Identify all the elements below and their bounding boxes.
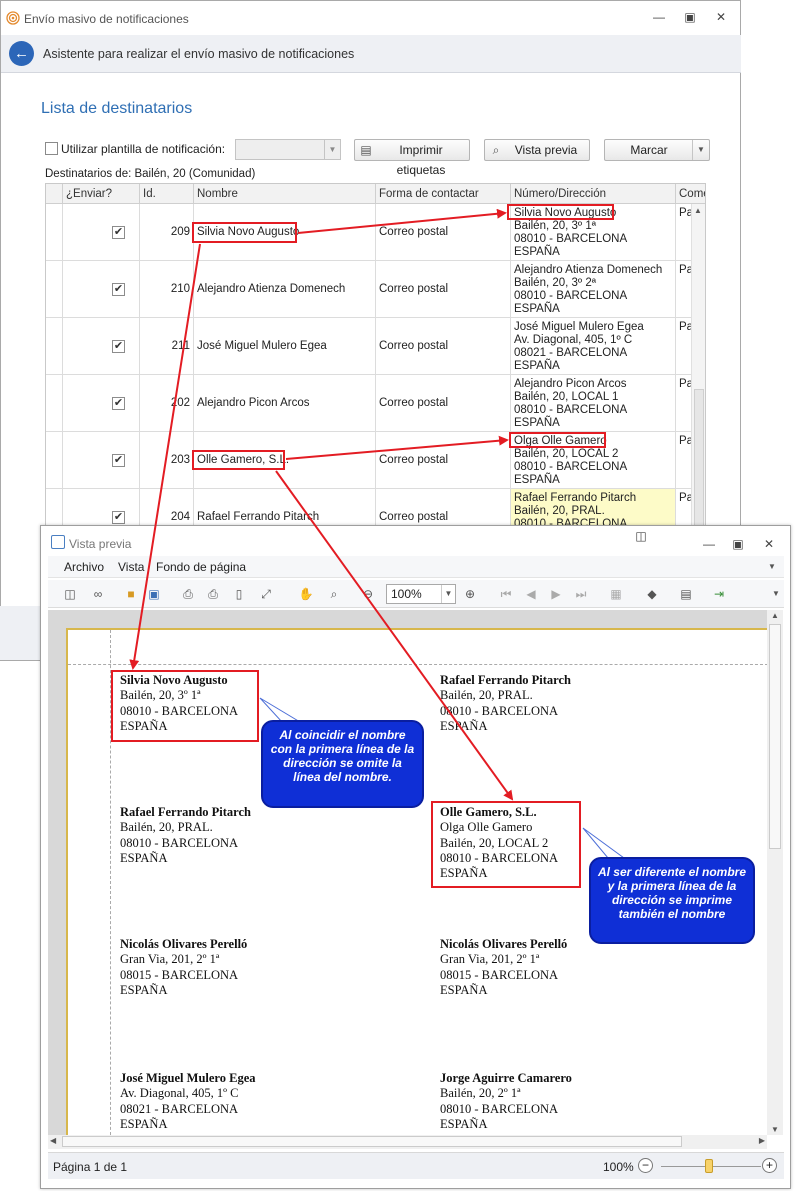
arrow-name-to-address-203: [285, 435, 509, 460]
callout-pointer-diff: [582, 827, 626, 859]
callout-same-name: Al coincidir el nombre con la primera lí…: [261, 720, 424, 808]
callout-different-name: Al ser diferente el nombre y la primera …: [589, 857, 755, 944]
annotation-arrows: [129, 208, 626, 859]
arrow-name-to-address-209: [297, 208, 507, 234]
arrow-name-to-label-silvia: [129, 243, 201, 670]
callout-pointer-same: [259, 697, 302, 723]
